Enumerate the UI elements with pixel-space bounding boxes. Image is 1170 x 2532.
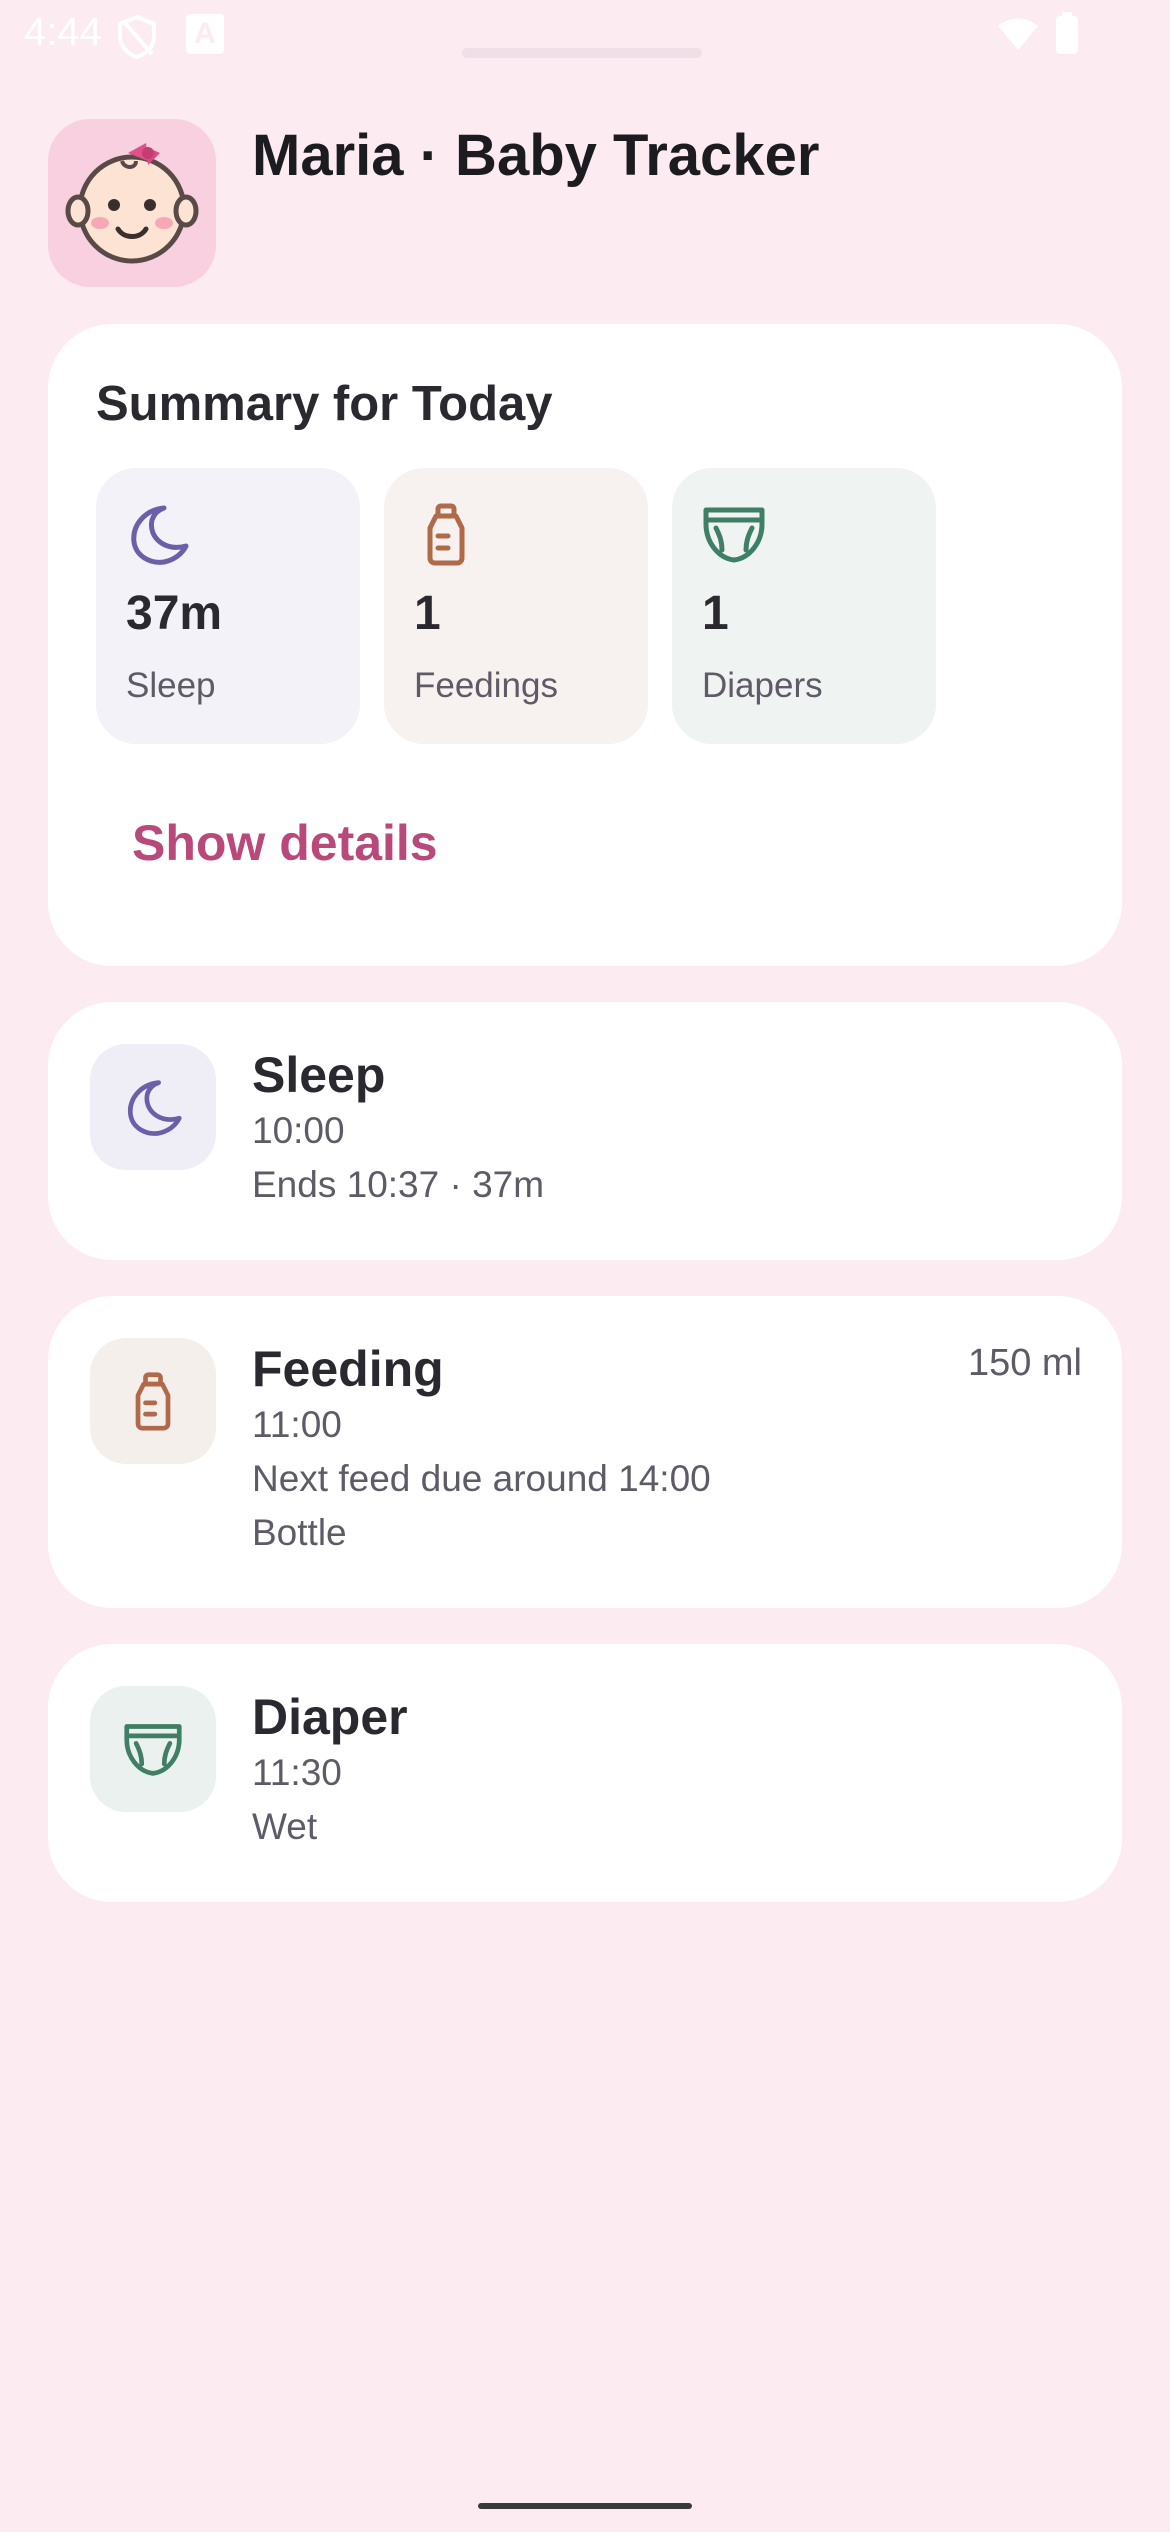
- avatar[interactable]: [48, 119, 216, 287]
- event-icon-box: [90, 1044, 216, 1170]
- summary-sleep-label: Sleep: [126, 666, 216, 705]
- event-icon-box: [90, 1338, 216, 1464]
- event-detail: Wet: [252, 1806, 318, 1847]
- status-bar: 4:44 A: [0, 0, 1170, 72]
- drag-handle[interactable]: [462, 48, 702, 58]
- diaper-icon: [702, 502, 766, 571]
- event-time: 10:00: [252, 1110, 345, 1151]
- baby-face-icon: [65, 143, 199, 264]
- summary-card: Summary for Today 37m Sleep 1 Feedings 1…: [48, 324, 1122, 966]
- moon-icon: [128, 1080, 182, 1136]
- status-time: 4:44: [24, 10, 102, 54]
- bottle-icon: [414, 502, 478, 571]
- page-title: Maria · Baby Tracker: [252, 123, 820, 188]
- diaper-icon: [124, 1724, 182, 1776]
- show-details-button[interactable]: Show details: [132, 814, 438, 872]
- moon-icon: [126, 502, 190, 571]
- summary-tile-sleep[interactable]: 37m Sleep: [96, 468, 360, 744]
- event-title: Diaper: [252, 1689, 408, 1745]
- bottle-icon: [135, 1372, 171, 1431]
- event-card-diaper[interactable]: Diaper 11:30 Wet: [48, 1644, 1122, 1902]
- keyboard-a-icon: A: [186, 14, 224, 54]
- event-card-sleep[interactable]: Sleep 10:00 Ends 10:37 · 37m: [48, 1002, 1122, 1260]
- event-detail: Bottle: [252, 1512, 347, 1553]
- event-time: 11:00: [252, 1404, 342, 1445]
- summary-tile-diapers[interactable]: 1 Diapers: [672, 468, 936, 744]
- summary-sleep-value: 37m: [126, 587, 223, 640]
- event-detail: Ends 10:37 · 37m: [252, 1164, 545, 1205]
- summary-feedings-value: 1: [414, 587, 441, 640]
- shield-icon: [116, 14, 158, 65]
- event-card-feeding[interactable]: Feeding 150 ml 11:00 Next feed due aroun…: [48, 1296, 1122, 1608]
- event-title: Feeding: [252, 1341, 444, 1397]
- event-time: 11:30: [252, 1752, 342, 1793]
- battery-icon: [1056, 12, 1078, 54]
- home-indicator[interactable]: [478, 2503, 692, 2509]
- summary-diapers-value: 1: [702, 587, 729, 640]
- summary-tile-feedings[interactable]: 1 Feedings: [384, 468, 648, 744]
- wifi-icon: [996, 16, 1040, 57]
- event-detail: Next feed due around 14:00: [252, 1458, 711, 1499]
- summary-diapers-label: Diapers: [702, 666, 823, 705]
- event-icon-box: [90, 1686, 216, 1812]
- summary-title: Summary for Today: [96, 377, 553, 431]
- summary-feedings-label: Feedings: [414, 666, 558, 705]
- screen: 4:44 A Maria · Baby Tracker Summary for …: [0, 0, 1170, 2532]
- event-title: Sleep: [252, 1047, 386, 1103]
- event-amount: 150 ml: [967, 1342, 1082, 1384]
